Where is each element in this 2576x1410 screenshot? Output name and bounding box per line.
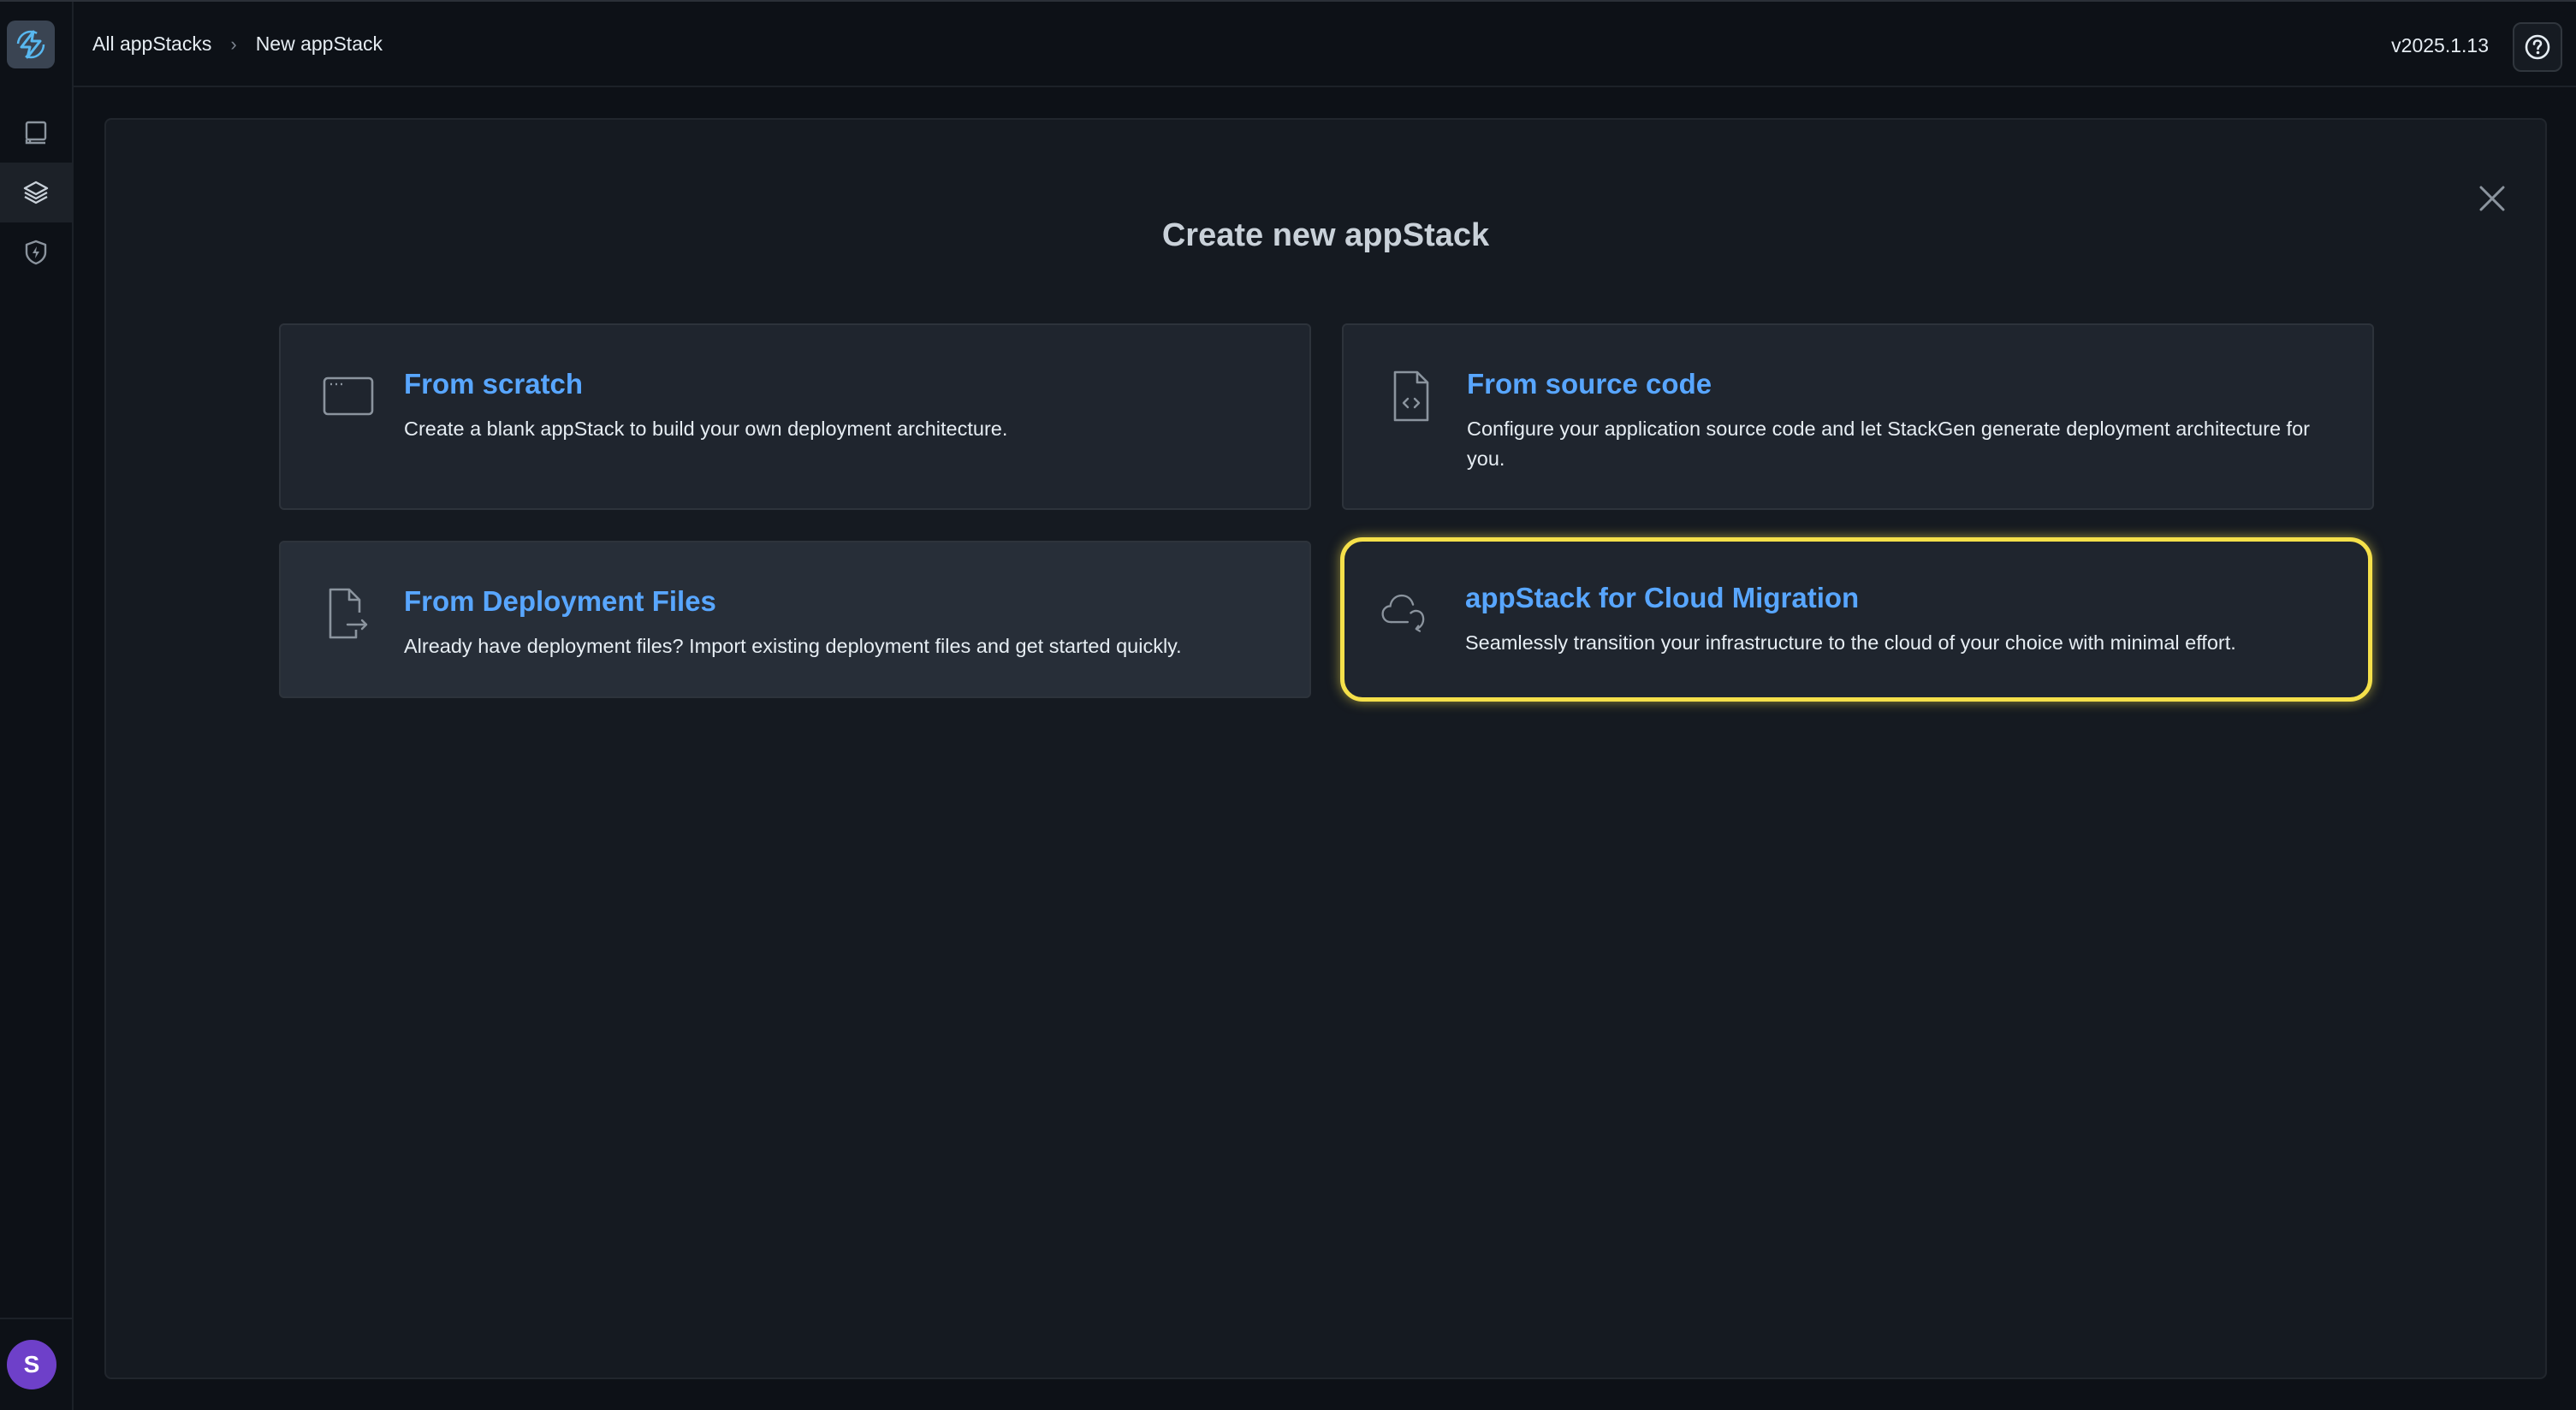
option-description: Create a blank appStack to build your ow… <box>404 418 1008 440</box>
question-circle-icon <box>2525 34 2550 60</box>
user-avatar[interactable]: S <box>7 1340 56 1389</box>
code-file-icon <box>1393 370 1429 422</box>
close-button[interactable] <box>2470 176 2514 221</box>
option-card-from-scratch[interactable]: From scratch Create a blank appStack to … <box>279 323 1311 510</box>
sidebar-item-policies[interactable] <box>0 222 72 282</box>
stackgen-logo-icon <box>16 30 45 59</box>
option-description: Configure your application source code a… <box>1467 418 2310 470</box>
option-card-from-deployment-files[interactable]: From Deployment Files Already have deplo… <box>279 541 1311 698</box>
create-appstack-panel: Create new appStack From scratch Create … <box>104 118 2547 1379</box>
stackgen-logo[interactable] <box>7 21 55 68</box>
page-title: Create new appStack <box>1161 217 1490 253</box>
option-card-from-source-code[interactable]: From source code Configure your applicat… <box>1342 323 2374 510</box>
browser-window-icon <box>323 376 374 416</box>
sidebar-item-catalog[interactable] <box>0 103 72 163</box>
user-initial: S <box>23 1351 40 1377</box>
option-title: From scratch <box>404 368 584 400</box>
book-icon <box>25 121 47 145</box>
sidebar-item-appstacks[interactable] <box>0 163 72 222</box>
breadcrumb: All appStacks › New appStack <box>92 33 383 56</box>
option-title: From source code <box>1467 368 1712 400</box>
chevron-right-icon: › <box>230 33 237 55</box>
breadcrumb-all-appstacks[interactable]: All appStacks <box>92 33 211 56</box>
option-card-cloud-migration[interactable]: appStack for Cloud Migration Seamlessly … <box>1340 537 2372 702</box>
sidebar: S <box>0 2 74 1410</box>
help-button[interactable] <box>2513 22 2562 72</box>
top-header: All appStacks › New appStack v2025.1.13 <box>74 2 2576 87</box>
breadcrumb-current: New appStack <box>255 33 383 55</box>
option-title: appStack for Cloud Migration <box>1465 582 1860 613</box>
shield-bolt-icon <box>25 240 47 265</box>
cloud-migration-icon <box>1381 594 1425 632</box>
layers-icon <box>23 181 49 204</box>
file-import-icon <box>329 588 368 639</box>
option-title: From Deployment Files <box>404 585 716 617</box>
option-description: Seamlessly transition your infrastructur… <box>1465 631 2236 654</box>
sidebar-divider <box>0 1318 72 1319</box>
option-description: Already have deployment files? Import ex… <box>404 635 1182 657</box>
version-label: v2025.1.13 <box>2391 34 2489 56</box>
close-icon <box>2479 186 2505 211</box>
